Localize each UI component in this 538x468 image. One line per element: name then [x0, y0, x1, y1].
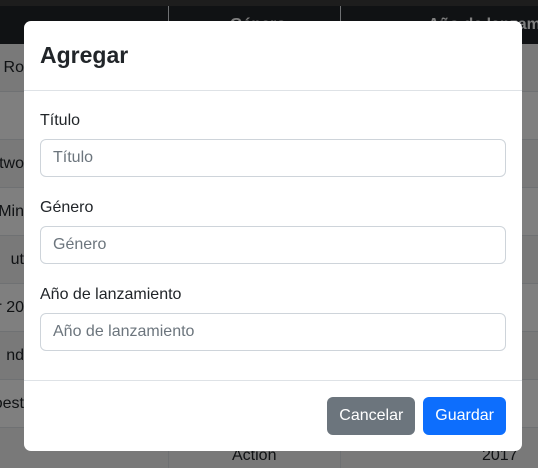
- field-title: Título: [40, 110, 506, 177]
- field-genre: Género: [40, 197, 506, 264]
- modal-footer: Cancelar Guardar: [24, 380, 522, 451]
- modal-title: Agregar: [40, 42, 129, 68]
- modal-body: Título Género Año de lanzamiento: [24, 91, 522, 351]
- genre-label: Género: [40, 199, 94, 216]
- cancel-button[interactable]: Cancelar: [327, 397, 416, 435]
- field-release-year: Año de lanzamiento: [40, 284, 506, 351]
- title-input[interactable]: [40, 139, 506, 177]
- modal-header: Agregar: [24, 21, 522, 91]
- release-year-input[interactable]: [40, 313, 506, 351]
- genre-input[interactable]: [40, 226, 506, 264]
- save-button[interactable]: Guardar: [423, 397, 506, 435]
- title-label: Título: [40, 112, 81, 129]
- add-modal: Agregar Título Género Año de lanzamiento…: [24, 21, 522, 451]
- release-year-label: Año de lanzamiento: [40, 286, 182, 303]
